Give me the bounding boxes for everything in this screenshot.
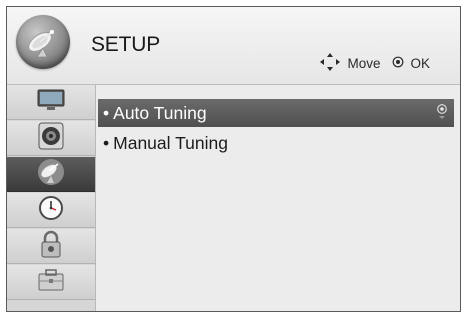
satellite-dish-icon xyxy=(16,15,70,69)
move-hint: Move xyxy=(319,52,380,75)
ok-select-indicator-icon xyxy=(436,103,448,123)
menu-item-manual-tuning[interactable]: • Manual Tuning xyxy=(98,129,454,157)
menu-header: SETUP Move OK xyxy=(7,7,460,85)
ok-hint: OK xyxy=(392,56,430,71)
menu-item-auto-tuning[interactable]: • Auto Tuning xyxy=(98,99,454,127)
menu-item-label: Auto Tuning xyxy=(113,102,207,123)
menu-content-panel: • Auto Tuning • Manual Tuning xyxy=(96,85,460,311)
bullet: • xyxy=(103,132,110,153)
toolbox-icon xyxy=(36,267,66,298)
sidebar-item-lock[interactable] xyxy=(7,229,95,264)
bullet: • xyxy=(103,102,110,123)
padlock-icon xyxy=(38,229,64,264)
page-title: SETUP xyxy=(91,33,161,56)
category-sidebar xyxy=(7,85,96,311)
menu-item-label: Manual Tuning xyxy=(113,132,228,153)
setup-menu-window: SETUP Move OK • Auto Tuning • Manual Tun… xyxy=(6,6,461,312)
sidebar-item-audio[interactable] xyxy=(7,121,95,156)
navigation-hints: Move OK xyxy=(319,52,430,75)
satellite-dish-icon xyxy=(36,157,66,192)
four-way-arrows-icon xyxy=(319,52,341,75)
ok-hint-label: OK xyxy=(410,56,430,71)
sidebar-item-setup[interactable] xyxy=(7,157,95,192)
sidebar-item-picture[interactable] xyxy=(7,85,95,120)
sidebar-item-option[interactable] xyxy=(7,265,95,300)
move-hint-label: Move xyxy=(347,56,381,71)
ok-button-icon xyxy=(392,56,404,71)
tv-icon xyxy=(36,87,66,118)
sidebar-item-time[interactable] xyxy=(7,193,95,228)
speaker-icon xyxy=(36,122,66,155)
clock-icon xyxy=(37,194,65,227)
